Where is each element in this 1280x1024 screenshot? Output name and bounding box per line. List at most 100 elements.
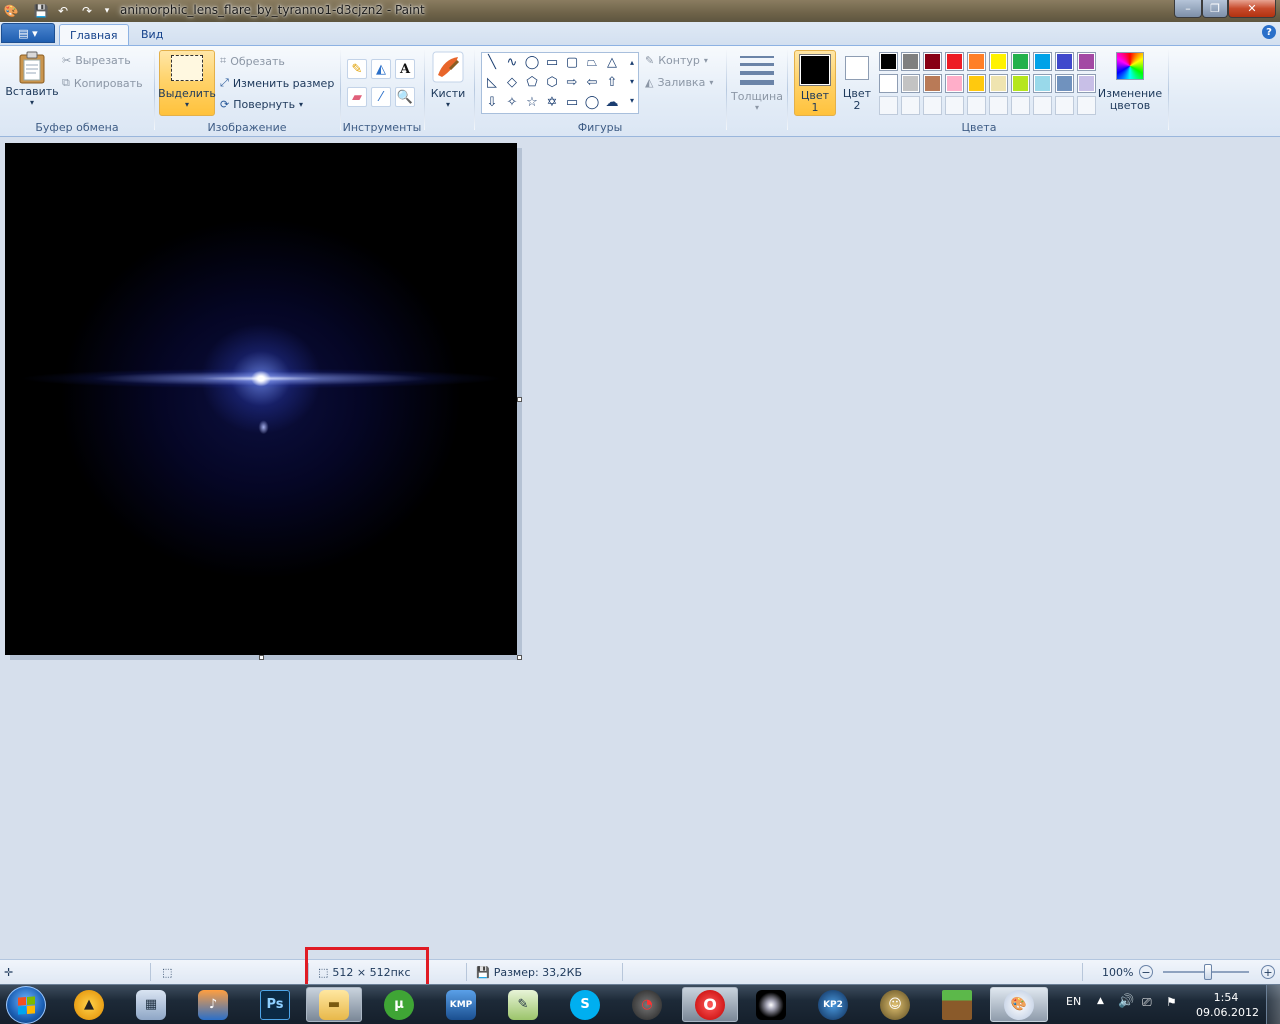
taskbar-opera[interactable]: O	[682, 987, 738, 1022]
clock[interactable]: 1:54 09.06.2012	[1196, 990, 1259, 1020]
taskbar-kp2[interactable]: KP2	[806, 987, 860, 1022]
taskbar-photoshop[interactable]: Ps	[248, 987, 302, 1022]
custom-color-slot[interactable]	[945, 96, 964, 115]
taskbar-paint[interactable]: 🎨	[990, 987, 1048, 1022]
five-point-star-shape-icon[interactable]: ☆	[523, 93, 541, 111]
help-icon[interactable]: ?	[1262, 25, 1276, 39]
six-point-star-shape-icon[interactable]: ✡	[543, 93, 561, 111]
paint-menu-button[interactable]: ▤ ▾	[1, 23, 55, 43]
custom-color-slot[interactable]	[989, 96, 1008, 115]
eraser-icon[interactable]: ▰	[347, 87, 367, 107]
taskbar-aimp[interactable]: ▲	[62, 987, 116, 1022]
select-button[interactable]: Выделить ▾	[158, 50, 216, 116]
outline-button[interactable]: ✎ Контур ▾	[645, 54, 708, 67]
image-canvas[interactable]	[5, 143, 517, 655]
tray-show-hidden-icon[interactable]: ▲	[1097, 996, 1104, 1006]
magnifier-icon[interactable]: 🔍	[395, 87, 415, 107]
pencil-icon[interactable]: ✎	[347, 59, 367, 79]
curve-shape-icon[interactable]: ∿	[503, 53, 521, 71]
custom-color-slot[interactable]	[967, 96, 986, 115]
palette-color-swatch[interactable]	[1077, 52, 1096, 71]
thickness-button[interactable]: Толщина ▾	[731, 52, 783, 112]
taskbar-character[interactable]: ☺	[868, 987, 922, 1022]
color2-button[interactable]: Цвет 2	[838, 50, 876, 112]
color1-button[interactable]: Цвет 1	[794, 50, 836, 116]
rect-callout-shape-icon[interactable]: ▭	[563, 93, 581, 111]
fill-button[interactable]: ◭ Заливка ▾	[645, 76, 713, 89]
palette-color-swatch[interactable]	[1011, 74, 1030, 93]
palette-color-swatch[interactable]	[1011, 52, 1030, 71]
close-button[interactable]: ✕	[1228, 0, 1276, 18]
palette-color-swatch[interactable]	[945, 74, 964, 93]
zoom-out-button[interactable]: −	[1138, 960, 1154, 984]
crop-button[interactable]: ⌗ Обрезать	[220, 54, 285, 68]
customize-quick-access-icon[interactable]: ▾	[98, 2, 116, 20]
palette-color-swatch[interactable]	[901, 52, 920, 71]
custom-color-slot[interactable]	[1033, 96, 1052, 115]
line-shape-icon[interactable]: ╲	[483, 53, 501, 71]
triangle-shape-icon[interactable]: △	[603, 53, 621, 71]
paste-button[interactable]: Вставить ▾	[5, 51, 59, 107]
left-arrow-shape-icon[interactable]: ⇦	[583, 73, 601, 91]
brushes-button[interactable]: Кисти ▾	[428, 51, 468, 109]
taskbar-skype[interactable]: S	[558, 987, 612, 1022]
rectangle-shape-icon[interactable]: ▭	[543, 53, 561, 71]
tab-home[interactable]: Главная	[59, 24, 129, 45]
polygon-shape-icon[interactable]: ⏢	[583, 53, 601, 71]
palette-color-swatch[interactable]	[901, 74, 920, 93]
up-arrow-shape-icon[interactable]: ⇧	[603, 73, 621, 91]
taskbar-minecraft[interactable]	[930, 987, 984, 1022]
palette-color-swatch[interactable]	[989, 52, 1008, 71]
undo-icon[interactable]: ↶	[54, 2, 72, 20]
rounded-rectangle-shape-icon[interactable]: ▢	[563, 53, 581, 71]
palette-color-swatch[interactable]	[1055, 52, 1074, 71]
resize-handle-right[interactable]	[517, 397, 522, 402]
copy-button[interactable]: ⧉ Копировать	[62, 76, 143, 90]
palette-color-swatch[interactable]	[1077, 74, 1096, 93]
taskbar-notepad[interactable]: ✎	[496, 987, 550, 1022]
palette-color-swatch[interactable]	[879, 74, 898, 93]
pentagon-shape-icon[interactable]: ⬠	[523, 73, 541, 91]
taskbar-explorer[interactable]: ▬	[306, 987, 362, 1022]
color-picker-icon[interactable]: ⁄	[371, 87, 391, 107]
palette-color-swatch[interactable]	[967, 52, 986, 71]
palette-color-swatch[interactable]	[967, 74, 986, 93]
taskbar-speedometer[interactable]: ◔	[620, 987, 674, 1022]
taskbar-media[interactable]: ♪	[186, 987, 240, 1022]
custom-color-slot[interactable]	[879, 96, 898, 115]
taskbar-calculator[interactable]: ▦	[124, 987, 178, 1022]
paint-app-icon[interactable]: 🎨	[2, 2, 20, 20]
maximize-button[interactable]: ❐	[1202, 0, 1228, 18]
start-button[interactable]	[6, 986, 46, 1024]
custom-color-slot[interactable]	[1077, 96, 1096, 115]
zoom-in-button[interactable]: +	[1260, 960, 1276, 984]
redo-icon[interactable]: ↷	[78, 2, 96, 20]
resize-button[interactable]: ⤢ Изменить размер	[220, 76, 334, 90]
custom-color-slot[interactable]	[923, 96, 942, 115]
down-arrow-shape-icon[interactable]: ⇩	[483, 93, 501, 111]
palette-color-swatch[interactable]	[1033, 74, 1052, 93]
resize-handle-corner[interactable]	[517, 655, 522, 660]
palette-color-swatch[interactable]	[879, 52, 898, 71]
minimize-button[interactable]: –	[1174, 0, 1202, 18]
taskbar-star[interactable]	[744, 987, 798, 1022]
action-center-flag-icon[interactable]: ⚑	[1166, 995, 1177, 1009]
cloud-callout-shape-icon[interactable]: ☁	[603, 93, 621, 111]
palette-color-swatch[interactable]	[945, 52, 964, 71]
rotate-button[interactable]: ⟳ Повернуть ▾	[220, 98, 303, 111]
cut-button[interactable]: ✂ Вырезать	[62, 54, 131, 67]
right-triangle-shape-icon[interactable]: ◺	[483, 73, 501, 91]
network-icon[interactable]: ⎚	[1142, 995, 1152, 1010]
zoom-slider-thumb[interactable]	[1204, 964, 1213, 980]
custom-color-slot[interactable]	[1011, 96, 1030, 115]
hexagon-shape-icon[interactable]: ⬡	[543, 73, 561, 91]
diamond-shape-icon[interactable]: ◇	[503, 73, 521, 91]
palette-color-swatch[interactable]	[1055, 74, 1074, 93]
custom-color-slot[interactable]	[1055, 96, 1074, 115]
palette-color-swatch[interactable]	[1033, 52, 1052, 71]
text-tool-icon[interactable]: A	[395, 59, 415, 79]
taskbar-utorrent[interactable]: µ	[372, 987, 426, 1022]
resize-handle-bottom[interactable]	[259, 655, 264, 660]
four-point-star-shape-icon[interactable]: ✧	[503, 93, 521, 111]
palette-color-swatch[interactable]	[989, 74, 1008, 93]
